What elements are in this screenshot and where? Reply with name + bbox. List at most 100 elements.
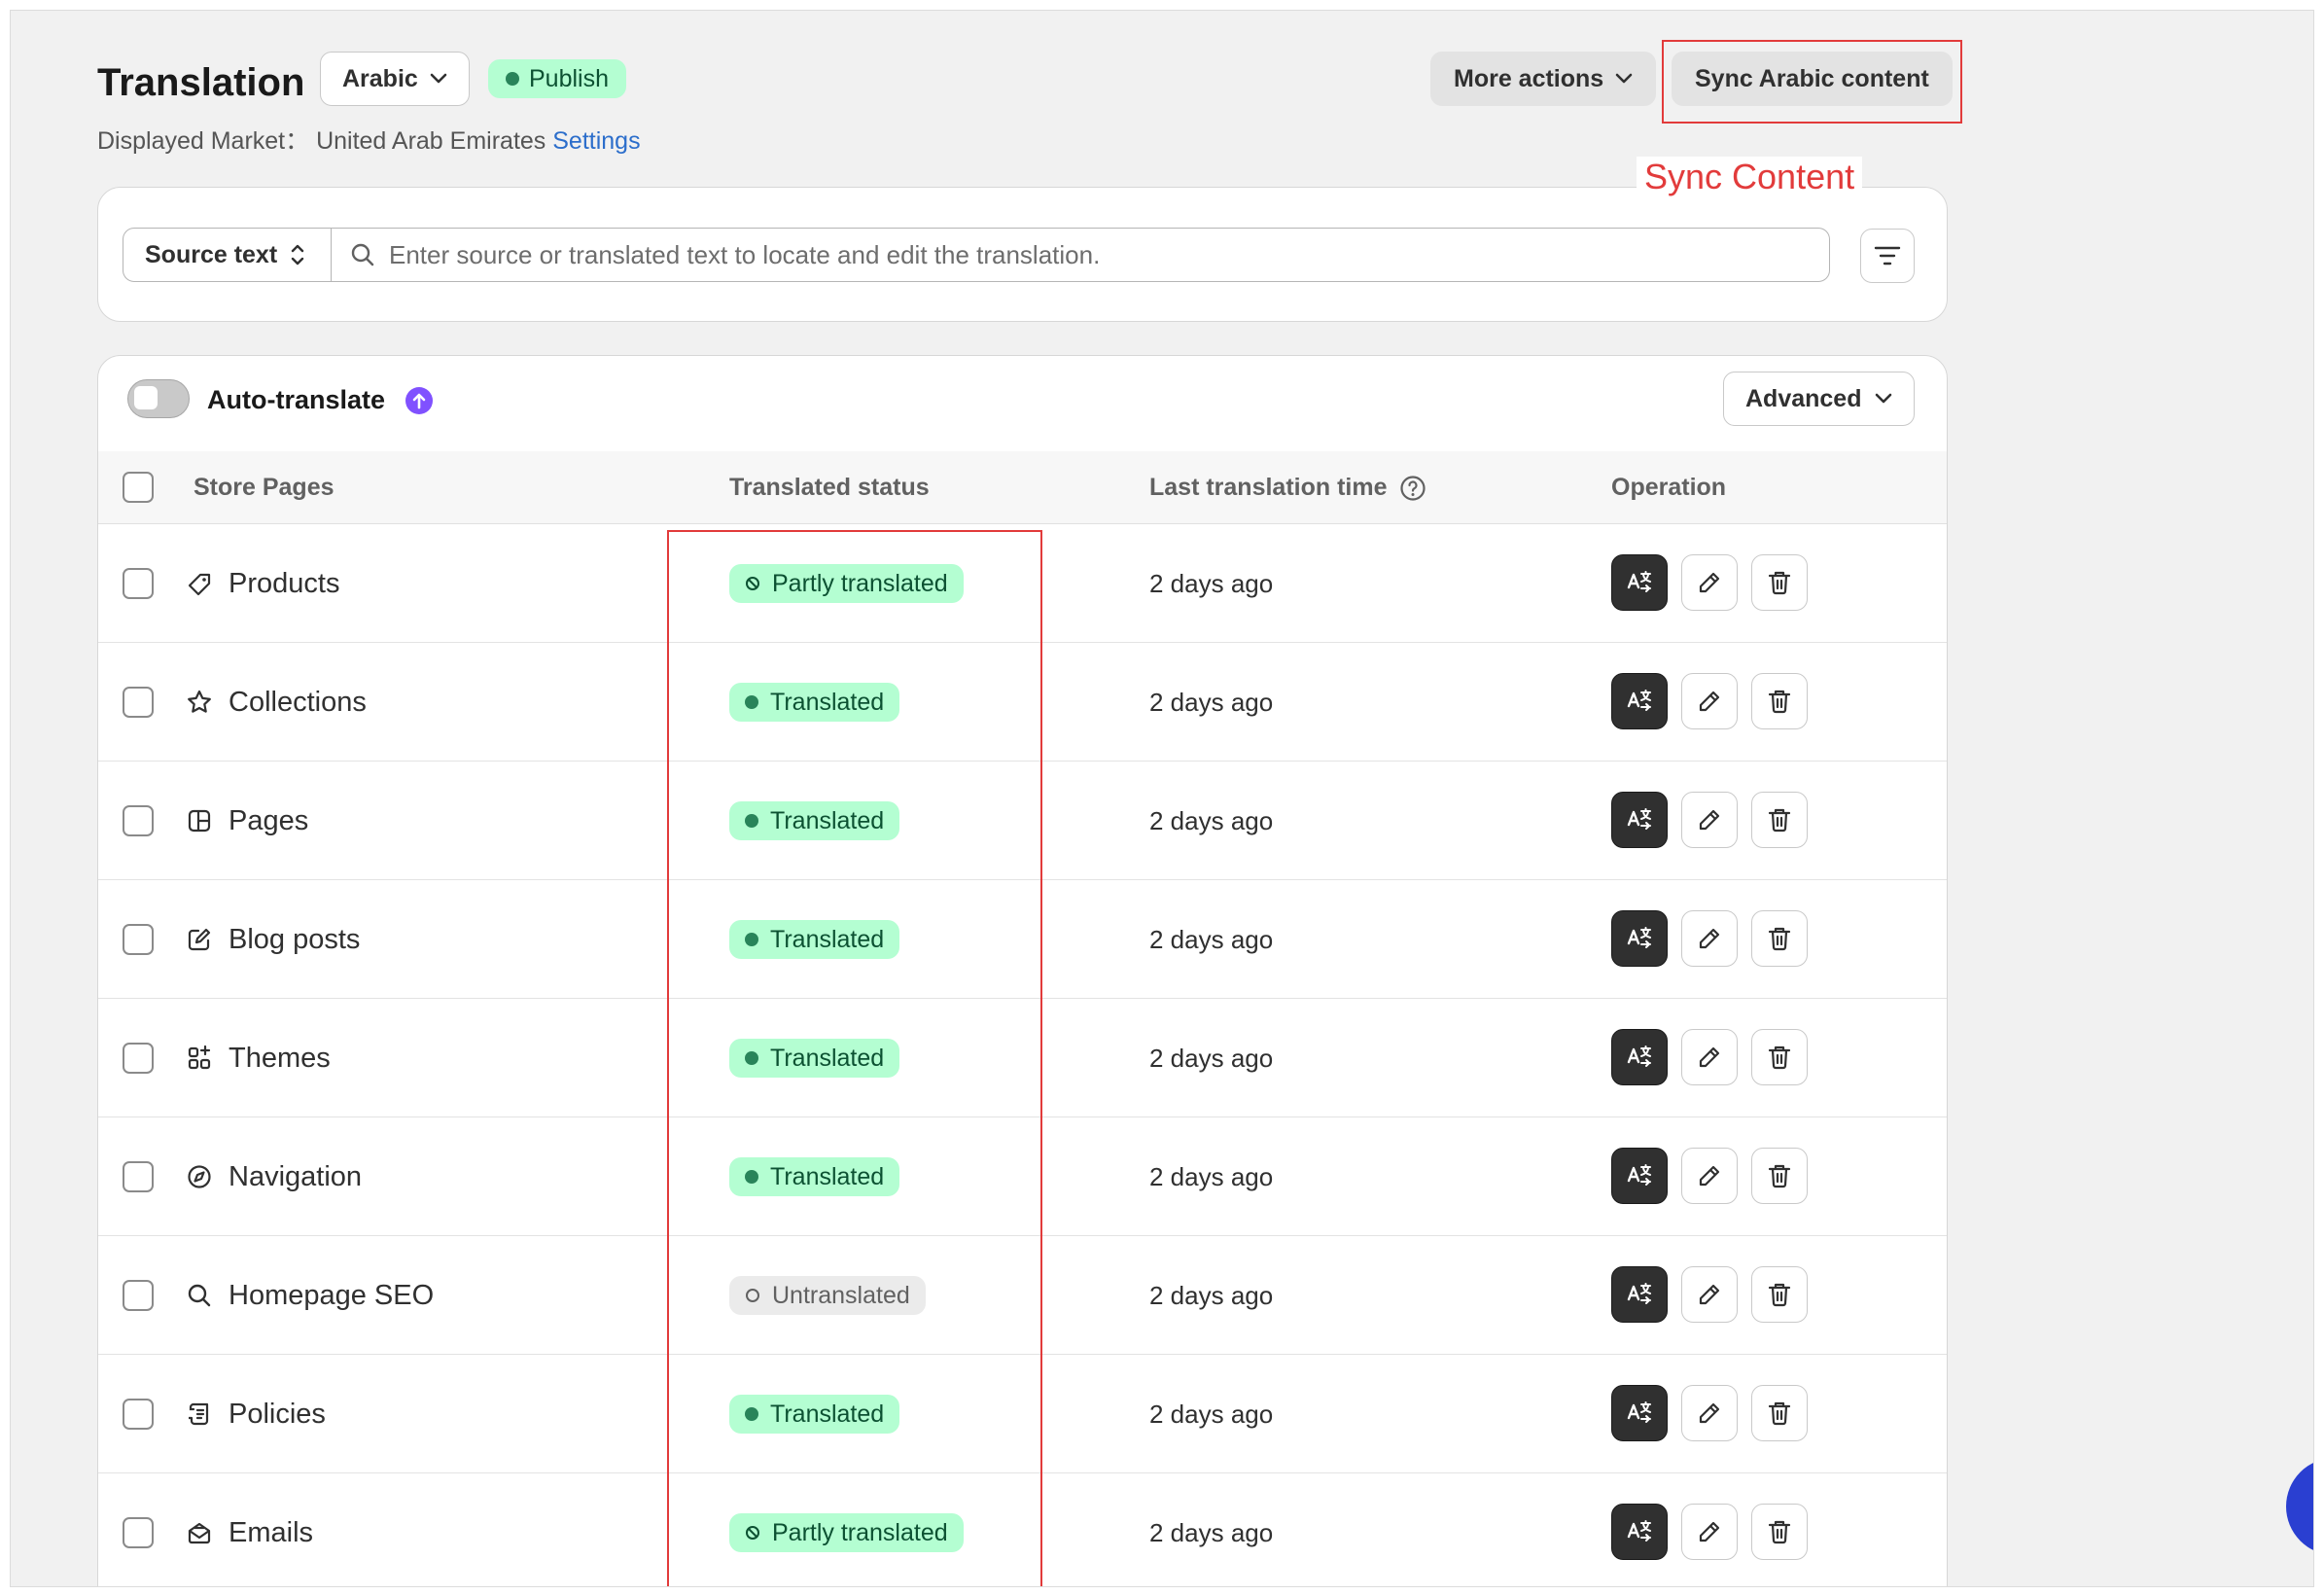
delete-button[interactable] xyxy=(1751,554,1808,611)
row-checkbox[interactable] xyxy=(123,1399,154,1430)
more-actions-button[interactable]: More actions xyxy=(1430,52,1657,106)
translate-icon xyxy=(1627,690,1651,711)
star-icon xyxy=(188,690,211,713)
source-select-label: Source text xyxy=(145,240,278,268)
delete-button[interactable] xyxy=(1751,910,1808,967)
translate-button[interactable] xyxy=(1611,673,1668,729)
store-page-cell[interactable]: Emails xyxy=(186,1473,313,1586)
trash-icon xyxy=(1768,690,1791,714)
translate-icon xyxy=(1627,927,1651,948)
translate-button[interactable] xyxy=(1611,1266,1668,1323)
search-input[interactable]: Enter source or translated text to locat… xyxy=(331,228,1830,282)
store-page-name: Pages xyxy=(229,804,309,836)
edit-button[interactable] xyxy=(1681,1148,1738,1204)
translate-button[interactable] xyxy=(1611,1385,1668,1441)
trash-icon xyxy=(1768,1164,1791,1188)
translate-button[interactable] xyxy=(1611,554,1668,611)
chat-launcher-button[interactable] xyxy=(2286,1458,2313,1555)
store-page-name: Homepage SEO xyxy=(229,1279,435,1311)
translate-button[interactable] xyxy=(1611,1029,1668,1085)
translate-icon xyxy=(1627,808,1651,830)
filter-button[interactable] xyxy=(1860,229,1915,283)
translate-button[interactable] xyxy=(1611,1148,1668,1204)
trash-icon xyxy=(1768,571,1791,595)
column-header-status: Translated status xyxy=(729,474,930,501)
advanced-button[interactable]: Advanced xyxy=(1723,372,1916,426)
app-frame: Translation Arabic Publish Displayed Mar… xyxy=(10,10,2314,1587)
pencil-icon xyxy=(1699,691,1720,712)
edit-button[interactable] xyxy=(1681,1504,1738,1560)
source-text-select[interactable]: Source text xyxy=(123,228,332,282)
trash-icon xyxy=(1768,1283,1791,1307)
store-page-cell[interactable]: Navigation xyxy=(186,1117,362,1236)
translate-button[interactable] xyxy=(1611,910,1668,967)
last-translation-time: 2 days ago xyxy=(1149,924,1274,954)
delete-button[interactable] xyxy=(1751,673,1808,729)
translate-button[interactable] xyxy=(1611,792,1668,848)
last-translation-time: 2 days ago xyxy=(1149,1161,1274,1191)
delete-button[interactable] xyxy=(1751,1148,1808,1204)
edit-button[interactable] xyxy=(1681,673,1738,729)
translate-icon xyxy=(1627,1520,1651,1542)
chevron-down-icon xyxy=(430,73,447,84)
market-text: Displayed Market： United Arab Emirates xyxy=(97,127,546,155)
edit-button[interactable] xyxy=(1681,910,1738,967)
compass-icon xyxy=(188,1165,211,1188)
displayed-market: Displayed Market： United Arab Emirates S… xyxy=(97,122,641,157)
annotation-highlight-box xyxy=(1662,40,1962,124)
tag-icon xyxy=(188,573,211,596)
row-checkbox[interactable] xyxy=(123,924,154,955)
row-checkbox[interactable] xyxy=(123,1517,154,1548)
store-page-cell[interactable]: Pages xyxy=(186,762,308,880)
row-checkbox[interactable] xyxy=(123,568,154,599)
row-checkbox[interactable] xyxy=(123,1280,154,1311)
store-page-cell[interactable]: Products xyxy=(186,524,339,643)
edit-button[interactable] xyxy=(1681,1385,1738,1441)
apps-icon xyxy=(188,1045,211,1070)
pencil-icon xyxy=(1699,1521,1720,1542)
language-select[interactable]: Arabic xyxy=(320,52,470,106)
last-translation-time: 2 days ago xyxy=(1149,1043,1274,1073)
status-dot-icon xyxy=(506,72,519,86)
store-page-cell[interactable]: Themes xyxy=(186,999,331,1117)
column-header-operation: Operation xyxy=(1611,474,1727,501)
table-header: Store Pages Translated status Last trans… xyxy=(98,451,1947,524)
store-page-cell[interactable]: Collections xyxy=(186,643,367,762)
edit-button[interactable] xyxy=(1681,1029,1738,1085)
delete-button[interactable] xyxy=(1751,792,1808,848)
row-checkbox[interactable] xyxy=(123,1043,154,1074)
language-select-label: Arabic xyxy=(342,64,418,92)
delete-button[interactable] xyxy=(1751,1504,1808,1560)
translate-icon xyxy=(1627,1164,1651,1186)
auto-translate-label: Auto-translate xyxy=(207,385,386,414)
last-translation-time: 2 days ago xyxy=(1149,1399,1274,1429)
select-all-checkbox[interactable] xyxy=(123,472,154,503)
edit-button[interactable] xyxy=(1681,554,1738,611)
search-card: Source text Enter source or translated t… xyxy=(97,187,1948,322)
edit-button[interactable] xyxy=(1681,1266,1738,1323)
page-title: Translation xyxy=(97,61,305,104)
auto-translate-toggle[interactable] xyxy=(127,379,190,418)
edit-button[interactable] xyxy=(1681,792,1738,848)
delete-button[interactable] xyxy=(1751,1266,1808,1323)
last-translation-time: 2 days ago xyxy=(1149,1517,1274,1547)
settings-link[interactable]: Settings xyxy=(552,127,640,155)
store-page-cell[interactable]: Blog posts xyxy=(186,880,360,999)
store-page-cell[interactable]: Homepage SEO xyxy=(186,1236,434,1355)
store-page-cell[interactable]: Policies xyxy=(186,1355,326,1473)
search-placeholder: Enter source or translated text to locat… xyxy=(389,239,1101,269)
row-checkbox[interactable] xyxy=(123,1161,154,1192)
help-icon[interactable] xyxy=(1399,475,1426,502)
translate-button[interactable] xyxy=(1611,1504,1668,1560)
pencil-icon xyxy=(1699,1402,1720,1424)
compose-icon xyxy=(188,928,211,951)
column-header-store-pages: Store Pages xyxy=(194,474,335,501)
trash-icon xyxy=(1768,808,1791,833)
upgrade-icon[interactable] xyxy=(405,387,433,414)
delete-button[interactable] xyxy=(1751,1029,1808,1085)
row-checkbox[interactable] xyxy=(123,805,154,836)
row-checkbox[interactable] xyxy=(123,687,154,718)
delete-button[interactable] xyxy=(1751,1385,1808,1441)
more-actions-label: More actions xyxy=(1454,64,1604,92)
trash-icon xyxy=(1768,1046,1791,1070)
